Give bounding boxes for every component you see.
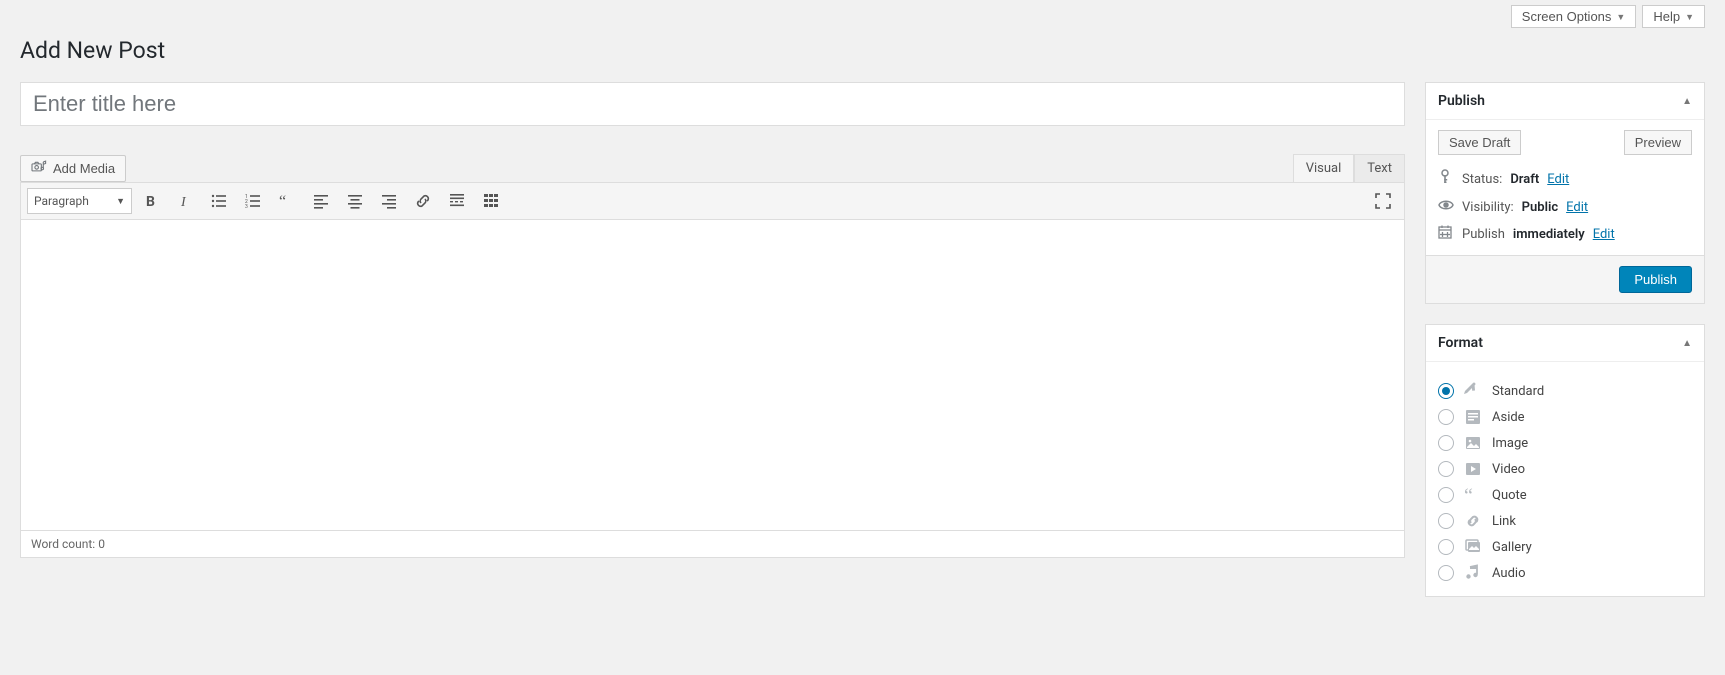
- publish-button[interactable]: Publish: [1619, 266, 1692, 293]
- edit-visibility-link[interactable]: Edit: [1566, 200, 1588, 215]
- svg-text:B: B: [146, 194, 155, 210]
- help-label: Help: [1653, 9, 1680, 24]
- blockquote-button[interactable]: “: [272, 187, 302, 215]
- format-option-audio[interactable]: Audio: [1438, 560, 1692, 586]
- post-title-input[interactable]: [20, 82, 1405, 126]
- svg-text:“: “: [279, 193, 286, 210]
- eye-icon: [1438, 199, 1454, 215]
- status-label: Status:: [1462, 172, 1502, 187]
- toggle-panel-icon[interactable]: ▲: [1682, 338, 1692, 349]
- format-option-label: Standard: [1492, 384, 1544, 399]
- camera-music-icon: [31, 160, 47, 177]
- word-count-value: 0: [98, 537, 105, 551]
- svg-text:3: 3: [245, 204, 248, 210]
- link-format-icon: [1464, 512, 1482, 530]
- screen-options-button[interactable]: Screen Options ▼: [1511, 5, 1637, 28]
- format-option-quote[interactable]: “ Quote: [1438, 482, 1692, 508]
- insert-link-button[interactable]: [408, 187, 438, 215]
- word-count-label: Word count:: [31, 537, 95, 551]
- format-box: Format ▲ Standard Aside Image Video “ Quote Li…: [1425, 324, 1705, 597]
- fullscreen-button[interactable]: [1368, 187, 1398, 215]
- visibility-label: Visibility:: [1462, 200, 1514, 215]
- edit-publish-date-link[interactable]: Edit: [1593, 227, 1615, 242]
- quote-format-icon: “: [1464, 486, 1482, 504]
- format-option-label: Link: [1492, 514, 1516, 529]
- numbered-list-button[interactable]: 123: [238, 187, 268, 215]
- format-select[interactable]: Paragraph ▼: [27, 188, 132, 214]
- help-button[interactable]: Help ▼: [1642, 5, 1705, 28]
- chevron-down-icon: ▼: [1685, 12, 1694, 22]
- publish-box: Publish ▲ Save Draft Preview Status: Dra…: [1425, 82, 1705, 304]
- radio-icon[interactable]: [1438, 383, 1454, 399]
- editor: Paragraph ▼ B I 123 “: [20, 182, 1405, 558]
- svg-text:“: “: [1464, 486, 1473, 504]
- format-option-standard[interactable]: Standard: [1438, 378, 1692, 404]
- preview-button[interactable]: Preview: [1624, 130, 1692, 155]
- key-icon: [1438, 169, 1454, 189]
- radio-icon[interactable]: [1438, 513, 1454, 529]
- tab-text[interactable]: Text: [1354, 154, 1405, 182]
- audio-format-icon: [1464, 564, 1482, 582]
- svg-text:I: I: [180, 195, 187, 210]
- format-option-label: Quote: [1492, 488, 1527, 503]
- save-draft-button[interactable]: Save Draft: [1438, 130, 1521, 155]
- radio-icon[interactable]: [1438, 487, 1454, 503]
- format-option-label: Image: [1492, 436, 1528, 451]
- radio-icon[interactable]: [1438, 539, 1454, 555]
- format-option-gallery[interactable]: Gallery: [1438, 534, 1692, 560]
- chevron-down-icon: ▼: [116, 196, 125, 207]
- screen-options-label: Screen Options: [1522, 9, 1612, 24]
- align-right-button[interactable]: [374, 187, 404, 215]
- editor-toolbar: Paragraph ▼ B I 123 “: [21, 183, 1404, 220]
- visibility-value: Public: [1522, 200, 1558, 215]
- format-box-title: Format: [1438, 335, 1483, 351]
- chevron-down-icon: ▼: [1616, 12, 1625, 22]
- bold-button[interactable]: B: [136, 187, 166, 215]
- status-bar: Word count: 0: [21, 530, 1404, 557]
- aside-format-icon: [1464, 408, 1482, 426]
- bullet-list-button[interactable]: [204, 187, 234, 215]
- format-option-video[interactable]: Video: [1438, 456, 1692, 482]
- add-media-button[interactable]: Add Media: [20, 155, 126, 182]
- insert-more-button[interactable]: [442, 187, 472, 215]
- radio-icon[interactable]: [1438, 409, 1454, 425]
- calendar-icon: [1438, 225, 1454, 243]
- gallery-format-icon: [1464, 538, 1482, 556]
- format-list: Standard Aside Image Video “ Quote Link Gallery…: [1438, 372, 1692, 596]
- add-media-label: Add Media: [53, 161, 115, 176]
- content-editor[interactable]: [21, 220, 1404, 530]
- publish-date-value: immediately: [1513, 227, 1585, 242]
- format-select-label: Paragraph: [34, 194, 89, 208]
- page-title: Add New Post: [20, 28, 1705, 82]
- align-center-button[interactable]: [340, 187, 370, 215]
- format-option-label: Video: [1492, 462, 1525, 477]
- format-option-label: Gallery: [1492, 540, 1532, 555]
- toggle-panel-icon[interactable]: ▲: [1682, 96, 1692, 107]
- video-format-icon: [1464, 460, 1482, 478]
- align-left-button[interactable]: [306, 187, 336, 215]
- tab-visual[interactable]: Visual: [1293, 154, 1355, 182]
- radio-icon[interactable]: [1438, 461, 1454, 477]
- toolbar-toggle-button[interactable]: [476, 187, 506, 215]
- radio-icon[interactable]: [1438, 565, 1454, 581]
- format-option-label: Audio: [1492, 566, 1525, 581]
- format-option-link[interactable]: Link: [1438, 508, 1692, 534]
- publish-date-label: Publish: [1462, 227, 1505, 242]
- format-option-label: Aside: [1492, 410, 1525, 425]
- edit-status-link[interactable]: Edit: [1547, 172, 1569, 187]
- format-option-aside[interactable]: Aside: [1438, 404, 1692, 430]
- image-format-icon: [1464, 434, 1482, 452]
- standard-format-icon: [1464, 382, 1482, 400]
- radio-icon[interactable]: [1438, 435, 1454, 451]
- status-value: Draft: [1510, 172, 1539, 187]
- italic-button[interactable]: I: [170, 187, 200, 215]
- publish-box-title: Publish: [1438, 93, 1485, 109]
- format-option-image[interactable]: Image: [1438, 430, 1692, 456]
